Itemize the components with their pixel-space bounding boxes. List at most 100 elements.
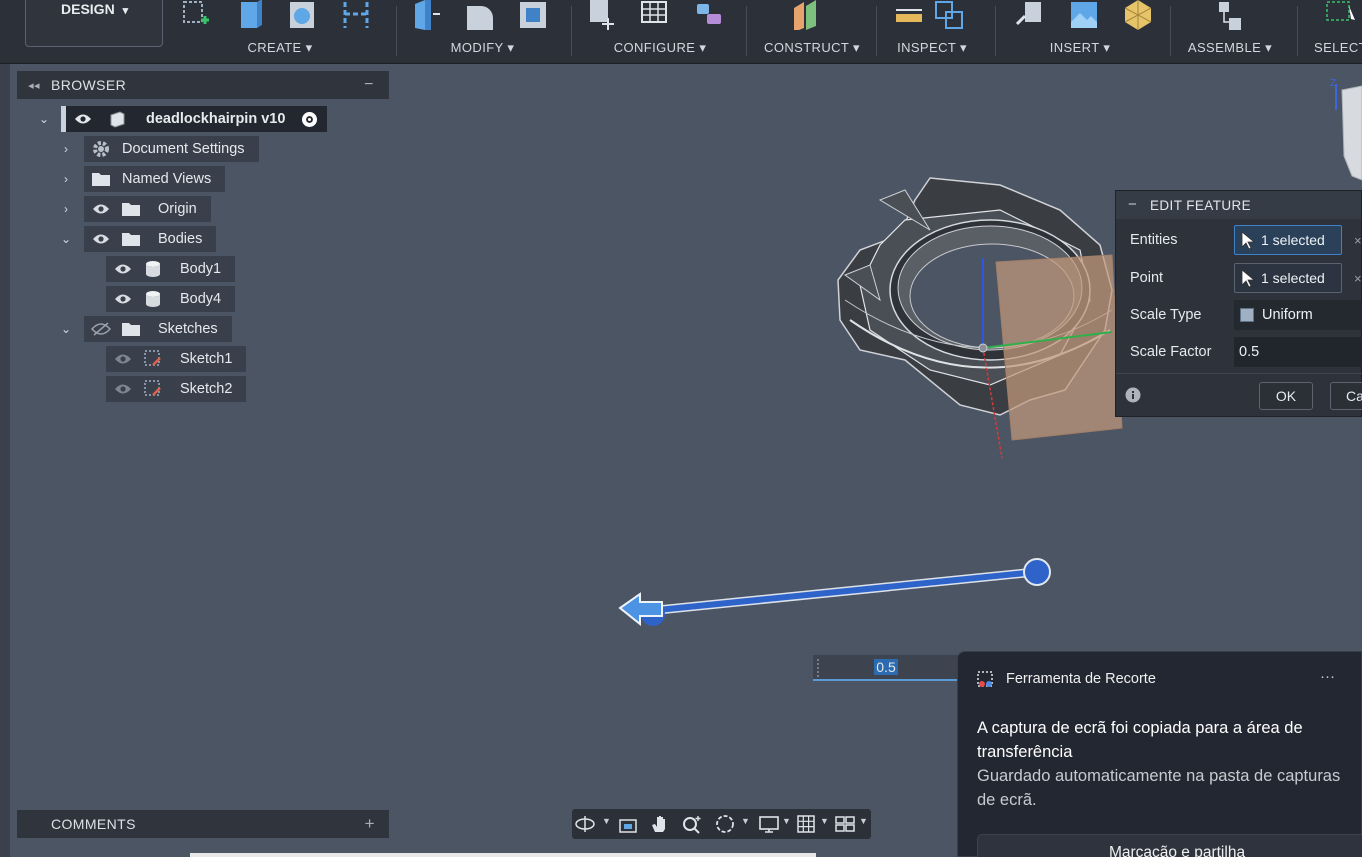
tree-node[interactable]: Origin <box>84 196 211 222</box>
scale-factor-input[interactable]: 0.5 <box>1234 337 1362 367</box>
measure-icon[interactable] <box>894 0 924 30</box>
tree-node[interactable]: Bodies <box>84 226 217 252</box>
eye-icon[interactable] <box>90 196 112 222</box>
pan-hand-icon[interactable] <box>650 814 672 834</box>
configure-menu[interactable]: CONFIGURE ▾ <box>580 40 740 56</box>
chevron-down-icon[interactable]: ⌄ <box>58 322 74 336</box>
modify-menu[interactable]: MODIFY ▾ <box>405 40 560 56</box>
snipping-tool-notification[interactable]: Ferramenta de Recorte ··· A captura de e… <box>957 651 1362 857</box>
workspace-switcher[interactable]: DESIGN ▾ <box>25 0 163 47</box>
zoom-icon[interactable] <box>682 814 704 834</box>
collapse-icon[interactable]: − <box>1128 196 1137 213</box>
viewcube[interactable]: Z <box>1330 76 1362 186</box>
tree-node[interactable]: Body4 <box>106 286 236 312</box>
info-icon[interactable] <box>1125 387 1141 403</box>
chevron-down-icon[interactable]: ▼ <box>741 816 750 826</box>
fit-icon[interactable] <box>714 814 736 834</box>
tree-root[interactable]: ⌄ deadlockhairpin v10 <box>0 106 400 132</box>
cancel-button[interactable]: Ca <box>1330 382 1362 410</box>
chevron-down-icon[interactable]: ▼ <box>859 816 868 826</box>
eye-icon[interactable] <box>112 376 134 402</box>
shell-icon[interactable] <box>518 0 548 30</box>
tree-node[interactable]: Document Settings <box>84 136 259 162</box>
comments-panel[interactable]: COMMENTS + <box>17 810 389 838</box>
eye-icon[interactable] <box>72 106 94 132</box>
dialog-header[interactable]: − EDIT FEATURE <box>1116 191 1361 219</box>
configuration-table-icon[interactable] <box>640 0 670 30</box>
clear-selection-icon[interactable]: × <box>1354 233 1362 248</box>
create-sketch-icon[interactable] <box>181 0 211 30</box>
insert-mesh-icon[interactable] <box>1123 0 1153 30</box>
select-icon[interactable] <box>1325 0 1355 30</box>
assemble-menu[interactable]: ASSEMBLE ▾ <box>1175 40 1285 56</box>
tree-item-sketches[interactable]: ⌄ Sketches <box>0 316 300 342</box>
insert-menu[interactable]: INSERT ▾ <box>1005 40 1155 56</box>
eye-icon[interactable] <box>112 346 134 372</box>
tree-item-document-settings[interactable]: › Document Settings <box>0 136 300 162</box>
tree-item-body4[interactable]: Body4 <box>0 286 300 312</box>
insert-derive-icon[interactable] <box>1015 0 1045 30</box>
tree-item-named-views[interactable]: › Named Views <box>0 166 300 192</box>
chevron-right-icon[interactable]: › <box>58 142 74 156</box>
scale-handle[interactable] <box>1023 558 1051 586</box>
display-settings-icon[interactable] <box>758 814 780 834</box>
chevron-down-icon[interactable]: ▼ <box>602 816 611 826</box>
point-selector[interactable]: 1 selected <box>1234 263 1342 293</box>
tree-item-sketch2[interactable]: Sketch2 <box>0 376 300 402</box>
chevron-down-icon[interactable]: ▼ <box>782 816 791 826</box>
tree-node[interactable]: Named Views <box>84 166 226 192</box>
sketch-dimension-icon[interactable] <box>341 0 371 30</box>
configuration-rules-icon[interactable] <box>693 0 723 30</box>
orbit-icon[interactable] <box>575 814 597 834</box>
tree-node[interactable]: Sketches <box>84 316 232 342</box>
grid-icon[interactable] <box>796 814 818 834</box>
revolve-icon[interactable] <box>288 0 318 30</box>
ok-button[interactable]: OK <box>1259 382 1313 410</box>
chevron-right-icon[interactable]: › <box>58 202 74 216</box>
eye-hidden-icon[interactable] <box>90 316 112 342</box>
drag-grip-icon[interactable] <box>817 659 825 677</box>
construct-menu[interactable]: CONSTRUCT ▾ <box>752 40 872 56</box>
insert-canvas-icon[interactable] <box>1069 0 1099 30</box>
fillet-icon[interactable] <box>465 0 495 30</box>
entities-selector[interactable]: 1 selected <box>1234 225 1342 255</box>
look-at-icon[interactable] <box>618 814 640 834</box>
create-menu[interactable]: CREATE ▾ <box>175 40 385 56</box>
offset-plane-icon[interactable] <box>792 0 822 30</box>
chevron-right-icon[interactable]: › <box>58 172 74 186</box>
collapse-panel-icon[interactable]: ◂◂ <box>17 79 51 92</box>
viewports-icon[interactable] <box>834 814 856 834</box>
inspect-menu[interactable]: INSPECT ▾ <box>882 40 982 56</box>
add-comment-icon[interactable]: + <box>365 814 375 834</box>
construction-plane <box>995 254 1123 441</box>
clear-selection-icon[interactable]: × <box>1354 271 1362 286</box>
minimize-icon[interactable]: − <box>349 76 389 94</box>
tree-item-origin[interactable]: › Origin <box>0 196 300 222</box>
new-component-icon[interactable] <box>1215 0 1245 30</box>
activate-radio-icon[interactable] <box>302 112 317 127</box>
scale-manipulator[interactable] <box>618 558 1051 627</box>
eye-icon[interactable] <box>112 256 134 282</box>
markup-and-share-button[interactable]: Marcação e partilha <box>977 834 1362 857</box>
tree-node[interactable]: Sketch1 <box>106 346 247 372</box>
configure-model-icon[interactable] <box>586 0 616 30</box>
more-options-icon[interactable]: ··· <box>1320 668 1335 685</box>
eye-icon[interactable] <box>112 286 134 312</box>
tree-item-body1[interactable]: Body1 <box>0 256 300 282</box>
tree-node[interactable]: Sketch2 <box>106 376 247 402</box>
chevron-down-icon[interactable]: ▼ <box>820 816 829 826</box>
scale-factor-dimension-input[interactable]: 0.5 <box>813 655 958 681</box>
eye-icon[interactable] <box>90 226 112 252</box>
extrude-icon[interactable] <box>235 0 265 30</box>
tree-node-root[interactable]: deadlockhairpin v10 <box>66 106 327 132</box>
chevron-down-icon[interactable]: ⌄ <box>36 112 52 126</box>
tree-item-sketch1[interactable]: Sketch1 <box>0 346 300 372</box>
origin-point[interactable] <box>978 343 988 353</box>
press-pull-icon[interactable] <box>411 0 441 30</box>
chevron-down-icon[interactable]: ⌄ <box>58 232 74 246</box>
select-menu[interactable]: SELECT <box>1314 40 1362 55</box>
interference-icon[interactable] <box>934 0 964 30</box>
scale-type-dropdown[interactable]: Uniform <box>1234 300 1362 330</box>
tree-node[interactable]: Body1 <box>106 256 236 282</box>
tree-item-bodies[interactable]: ⌄ Bodies <box>0 226 300 252</box>
